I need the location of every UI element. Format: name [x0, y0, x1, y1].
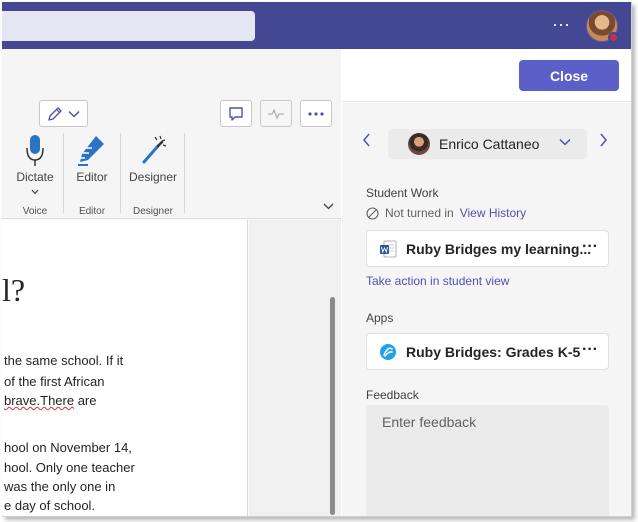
comments-button[interactable] — [220, 100, 252, 127]
group-label-editor: Editor — [78, 206, 106, 217]
group-divider — [184, 133, 185, 213]
student-work-title: Student Work — [366, 186, 439, 200]
status-row: Not turned in View History — [366, 206, 526, 220]
file-more-button[interactable]: ··· — [582, 239, 598, 255]
ribbon-group-editor: Editor Editor — [66, 131, 118, 217]
app-window: ··· Dictate Voice Editor Editor Designer… — [2, 2, 632, 517]
designer-button[interactable]: Designer — [123, 170, 183, 184]
chevron-down-icon[interactable] — [31, 189, 39, 195]
feedback-title: Feedback — [366, 388, 419, 402]
grading-panel: Close Enrico Cattaneo Student Work Not t… — [342, 49, 631, 516]
panel-body: Enrico Cattaneo Student Work Not turned … — [342, 103, 631, 516]
chevron-down-icon — [559, 138, 571, 146]
feedback-input[interactable]: Enter feedback — [366, 405, 609, 516]
group-label-voice: Voice — [22, 206, 48, 217]
work-file-name: Ruby Bridges my learning... — [406, 240, 592, 257]
group-divider — [120, 133, 121, 213]
app-logo-icon — [380, 343, 396, 360]
editor-button[interactable]: Editor — [66, 170, 118, 184]
document-line: the same school. If it — [4, 353, 124, 368]
more-options-button[interactable]: ··· — [552, 14, 570, 34]
editor-pen-icon — [76, 134, 108, 171]
document-line: was the only one in — [4, 479, 116, 494]
next-student-chevron-icon[interactable] — [599, 133, 608, 147]
pencil-icon — [48, 106, 62, 121]
microphone-icon — [24, 134, 46, 171]
document-heading: l? — [2, 272, 26, 308]
group-divider — [63, 133, 64, 213]
document-line: e day of school. — [4, 498, 96, 513]
document-line: hool on November 14, — [4, 440, 132, 455]
ribbon-collapse-chevron-icon[interactable] — [323, 203, 334, 210]
activity-icon — [268, 107, 284, 120]
user-avatar[interactable] — [586, 10, 619, 43]
spelling-error[interactable]: brave.There — [4, 393, 74, 408]
ribbon-toolbar: Dictate Voice Editor Editor Designer Des… — [2, 49, 341, 219]
presence-status-icon — [608, 32, 619, 43]
student-work-file-card[interactable]: Ruby Bridges my learning... ··· — [366, 230, 609, 267]
top-bar: ··· — [2, 2, 631, 49]
not-turned-in-icon — [366, 206, 379, 220]
comment-icon — [229, 106, 243, 121]
close-button[interactable]: Close — [519, 60, 619, 91]
apps-title: Apps — [366, 311, 394, 325]
editing-mode-dropdown[interactable] — [39, 100, 88, 127]
word-document-icon — [380, 240, 397, 257]
feedback-placeholder: Enter feedback — [382, 414, 477, 430]
student-selector[interactable]: Enrico Cattaneo — [388, 129, 587, 159]
panel-header: Close — [342, 49, 631, 102]
status-text: Not turned in — [385, 206, 454, 220]
app-card[interactable]: Ruby Bridges: Grades K-5 ··· — [366, 333, 609, 370]
previous-student-chevron-icon[interactable] — [362, 133, 371, 147]
ribbon-group-voice: Dictate Voice — [10, 131, 60, 217]
student-name: Enrico Cattaneo — [439, 136, 540, 152]
document-margin — [249, 220, 341, 516]
app-more-button[interactable]: ··· — [582, 342, 598, 358]
document-line: brave.There are — [4, 393, 97, 408]
view-history-link[interactable]: View History — [460, 206, 526, 220]
document-pane: Dictate Voice Editor Editor Designer Des… — [2, 49, 341, 516]
take-action-link[interactable]: Take action in student view — [366, 274, 509, 288]
group-label-designer: Designer — [132, 206, 174, 217]
ribbon-more-button[interactable] — [300, 100, 332, 127]
more-horizontal-icon — [308, 111, 324, 116]
document-line: hool. Only one teacher — [4, 460, 135, 475]
ribbon-group-designer: Designer Designer — [123, 131, 183, 217]
student-avatar — [408, 133, 430, 155]
document-scrollbar[interactable] — [330, 297, 335, 515]
document-page[interactable]: l? the same school. If it of the first A… — [2, 220, 248, 516]
dictate-button[interactable]: Dictate — [10, 170, 60, 184]
designer-wand-icon — [138, 134, 168, 171]
search-box[interactable] — [2, 11, 255, 41]
document-line: of the first African — [4, 374, 105, 389]
chevron-down-icon — [68, 110, 80, 118]
activity-button[interactable] — [260, 100, 292, 127]
app-name: Ruby Bridges: Grades K-5 — [406, 343, 581, 360]
